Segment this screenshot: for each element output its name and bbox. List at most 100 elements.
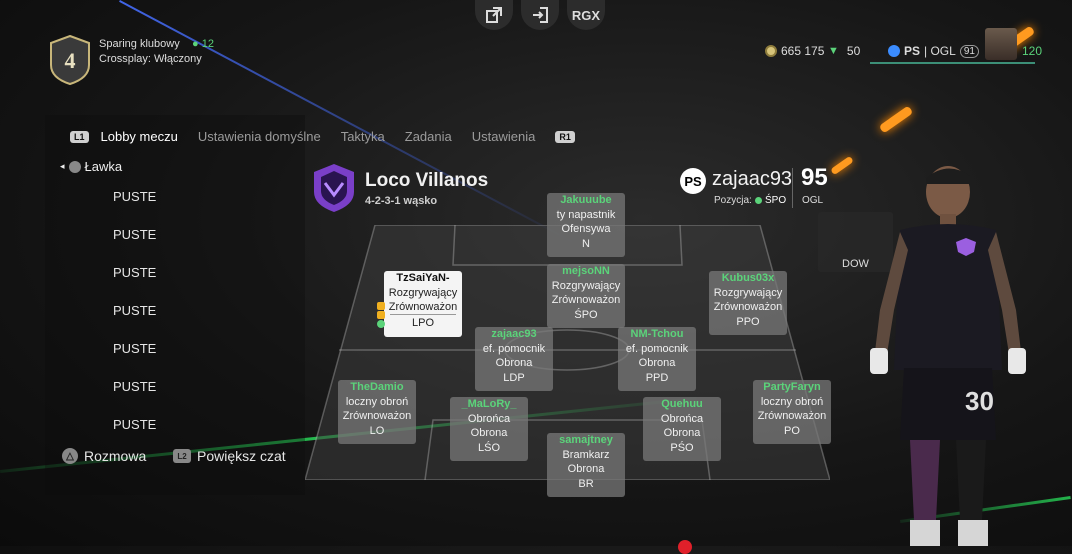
- player-position: LŚO: [477, 442, 500, 454]
- zoom-chat-label: Powiększ czat: [197, 448, 286, 464]
- chat-button[interactable]: △ Rozmowa: [62, 448, 146, 464]
- player-position: PO: [784, 425, 800, 437]
- player-card[interactable]: TheDamio loczny obroń Zrównoważon LO: [338, 380, 416, 444]
- player-name: TheDamio: [350, 381, 404, 393]
- stick-icon: [68, 160, 81, 173]
- player-position: N: [582, 238, 590, 250]
- player-role: Bramkarz: [562, 449, 610, 461]
- player-card[interactable]: samajtney Bramkarz Obrona BR: [547, 433, 625, 497]
- player-name: Quehuu: [661, 398, 703, 410]
- player-role: loczny obroń: [760, 396, 824, 408]
- player-name: zajaac93: [491, 328, 537, 340]
- background-orange-light: [878, 105, 914, 134]
- player-card[interactable]: Kubus03x Rozgrywający Zrównoważon PPO: [709, 271, 787, 335]
- divider: [792, 168, 793, 208]
- avatar[interactable]: [985, 28, 1017, 60]
- level-value: 120: [1022, 44, 1043, 58]
- user-name: zajaac93: [712, 168, 793, 190]
- background-orange-light: [830, 155, 854, 176]
- ogl-value: 91: [959, 44, 979, 58]
- player-card[interactable]: Quehuu Obrońca Obrona PŚO: [643, 397, 721, 461]
- player-position: LO: [369, 425, 385, 437]
- player-style: Obrona: [663, 427, 701, 439]
- player-position: PPO: [736, 316, 760, 328]
- player-role: ef. pomocnik: [625, 343, 689, 355]
- player-style: Zrównoważon: [713, 301, 783, 313]
- playstation-icon: PS: [680, 168, 706, 194]
- exit-button[interactable]: [521, 0, 559, 30]
- points-display: ▼ 50: [828, 44, 861, 58]
- tab-settings[interactable]: Ustawienia: [472, 129, 536, 144]
- player-position: LPO: [390, 314, 456, 331]
- player-role: loczny obroń: [345, 396, 409, 408]
- progress-bar: [870, 62, 1035, 64]
- chevron-left-icon: ◂: [60, 161, 65, 171]
- captain-icon: [377, 311, 385, 319]
- l2-icon: L2: [173, 449, 191, 463]
- match-type-title: Sparing klubowy: [99, 38, 180, 50]
- player-card[interactable]: zajaac93 ef. pomocnik Obrona LDP: [475, 327, 553, 391]
- player-name: PartyFaryn: [763, 381, 821, 393]
- player-style: Obrona: [567, 463, 605, 475]
- position-label: Pozycja:: [714, 195, 752, 206]
- bench-slot[interactable]: PUSTE: [113, 265, 156, 280]
- ready-icon: [377, 320, 385, 328]
- bench-slot[interactable]: PUSTE: [113, 303, 156, 318]
- player-avatar-figure: [870, 166, 1026, 546]
- l1-button[interactable]: L1: [70, 130, 89, 143]
- bench-slot[interactable]: PUSTE: [113, 379, 156, 394]
- player-name: samajtney: [559, 434, 613, 446]
- player-card[interactable]: PartyFaryn loczny obroń Zrównoważon PO: [753, 380, 831, 444]
- player-card[interactable]: mejsoNN Rozgrywający Zrównoważon ŚPO: [547, 264, 625, 328]
- player-position: PPD: [645, 372, 669, 384]
- crossplay-status: Crossplay: Włączony: [99, 53, 202, 65]
- player-role: ty napastnik: [556, 209, 616, 221]
- bench-slot[interactable]: PUSTE: [113, 417, 156, 432]
- tab-objectives[interactable]: Zadania: [405, 129, 452, 144]
- shirt-number: 30: [965, 386, 994, 416]
- share-button[interactable]: [475, 0, 513, 30]
- player-card[interactable]: Jakuuube ty napastnik Ofensywa N: [547, 193, 625, 257]
- player-position: LDP: [503, 372, 525, 384]
- platform-display: PS | OGL 91: [888, 44, 979, 58]
- player-card[interactable]: _MaLoRy_ Obrońca Obrona LŚO: [450, 397, 528, 461]
- player-position: BR: [578, 478, 594, 490]
- tab-tactics[interactable]: Taktyka: [341, 129, 385, 144]
- zoom-chat-button[interactable]: L2 Powiększ czat: [173, 448, 286, 464]
- chat-label: Rozmowa: [84, 448, 147, 464]
- status-dot: [755, 197, 762, 204]
- player-position: PŚO: [670, 442, 694, 454]
- r1-button[interactable]: R1: [555, 130, 575, 143]
- position-value: ŚPO: [755, 195, 786, 206]
- player-style: Zrównoważon: [757, 410, 827, 422]
- rgx-button[interactable]: RGX: [567, 0, 605, 30]
- tab-bar: L1 Lobby meczu Ustawienia domyślne Takty…: [70, 129, 575, 144]
- tab-default-settings[interactable]: Ustawienia domyślne: [198, 129, 321, 144]
- triangle-icon: △: [62, 448, 78, 464]
- captain-icon: [377, 302, 385, 310]
- recording-indicator: [678, 540, 692, 554]
- player-style: Zrównoważon: [388, 301, 458, 313]
- bench-slot[interactable]: PUSTE: [113, 227, 156, 242]
- player-name: Jakuuube: [560, 194, 612, 206]
- club-name: Loco Villanos: [365, 170, 489, 191]
- player-card-selected[interactable]: TzSaiYaN- Rozgrywający Zrównoważon LPO: [384, 271, 462, 337]
- coins-display: 665 175: [765, 44, 824, 58]
- player-role: Rozgrywający: [551, 280, 621, 292]
- player-style: Ofensywa: [561, 223, 611, 235]
- rgx-label: RGX: [571, 7, 601, 23]
- points-icon: ▼: [828, 45, 839, 57]
- tab-lobby[interactable]: Lobby meczu: [101, 129, 178, 144]
- bench-slot[interactable]: PUSTE: [113, 341, 156, 356]
- club-crest-icon: [314, 164, 354, 212]
- player-name: mejsoNN: [562, 265, 610, 277]
- bench-header[interactable]: ◂ Ławka: [60, 159, 122, 174]
- rating-label: OGL: [802, 195, 824, 206]
- member-count: ● 12: [192, 38, 214, 50]
- formation-label: 4-2-3-1 wąsko: [365, 195, 438, 207]
- player-style: Obrona: [495, 357, 533, 369]
- player-card[interactable]: NM-Tchou ef. pomocnik Obrona PPD: [618, 327, 696, 391]
- bench-slot[interactable]: PUSTE: [113, 189, 156, 204]
- player-style: Zrównoważon: [551, 294, 621, 306]
- player-role: Obrońca: [660, 413, 704, 425]
